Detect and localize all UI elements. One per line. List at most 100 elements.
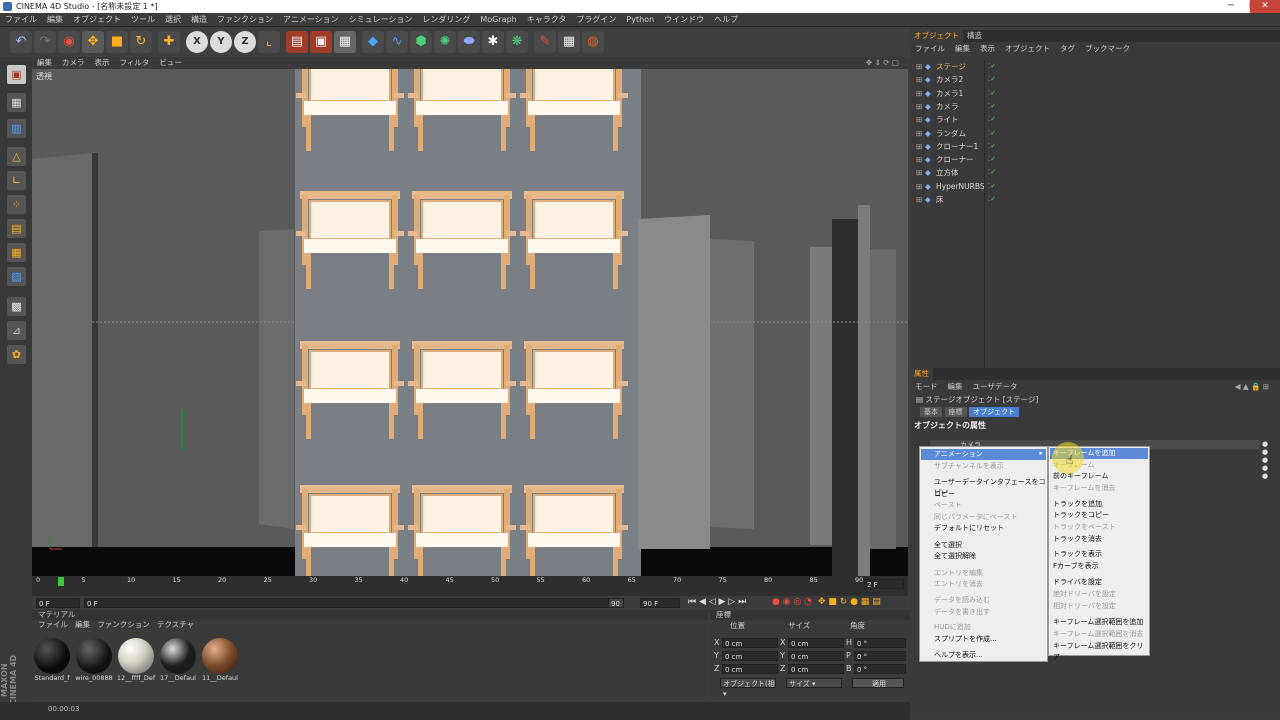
attr-nav-icons[interactable]: ◀ ▲ 🔒 ⊞ [1230, 380, 1274, 393]
expand-icon[interactable]: ⊞ [916, 113, 922, 126]
vp-menu-edit[interactable]: 編集 [32, 57, 57, 69]
snap-icon[interactable]: ▩ [7, 297, 26, 316]
context-menu-item[interactable]: 全て選択解除 [934, 551, 976, 562]
end-frame-field[interactable]: 2 F [864, 579, 904, 589]
coord-mode-select[interactable]: オブジェクト(相 ▾ [720, 678, 776, 698]
expand-icon[interactable]: ⊞ [916, 100, 922, 113]
live-selection-icon[interactable]: ◉ [58, 31, 80, 53]
material-swatch[interactable] [76, 638, 112, 674]
rot-b-field[interactable]: 0 ° [854, 664, 906, 674]
menu-tools[interactable]: ツール [126, 13, 160, 27]
subtab-basic[interactable]: 基本 [920, 407, 942, 417]
subtab-coord[interactable]: 座標 [944, 407, 967, 417]
visibility-flags-icon[interactable]: ⁚✓ [988, 166, 996, 179]
menu-help[interactable]: ヘルプ [709, 13, 743, 27]
context-menu-item[interactable]: コピー [934, 489, 955, 500]
light-icon[interactable]: ▦ [558, 31, 580, 53]
material-swatch[interactable] [160, 638, 196, 674]
move-icon[interactable]: ✥ [82, 31, 104, 53]
obj-menu-file[interactable]: ファイル [910, 42, 950, 55]
submenu-item[interactable]: ドライバを設定 [1053, 577, 1102, 588]
menu-edit[interactable]: 編集 [42, 13, 68, 27]
texture-mode-icon[interactable]: ▥ [7, 119, 26, 138]
rotate-icon[interactable]: ↻ [130, 31, 152, 53]
menu-structure[interactable]: 構造 [186, 13, 212, 27]
nurbs-icon[interactable]: ⬢ [410, 31, 432, 53]
pos-z-field[interactable]: 0 cm [722, 664, 778, 674]
menu-file[interactable]: ファイル [0, 13, 42, 27]
visibility-flags-icon[interactable]: ⁚✓ [988, 180, 996, 193]
vp-menu-display[interactable]: 表示 [90, 57, 115, 69]
context-menu-item[interactable]: ユーザーデータインタフェースをコピー [934, 477, 1047, 497]
context-menu-item[interactable]: アニメーション [921, 449, 1046, 460]
obj-menu-bookmark[interactable]: ブックマーク [1080, 42, 1135, 55]
expand-icon[interactable]: ⊞ [916, 127, 922, 140]
pos-x-field[interactable]: 0 cm [722, 638, 778, 648]
mat-menu-function[interactable]: ファンクション [97, 620, 150, 629]
tab-structure[interactable]: 構造 [963, 30, 986, 42]
expand-icon[interactable]: ⊞ [916, 180, 922, 193]
material-swatch[interactable] [202, 638, 238, 674]
visibility-flags-icon[interactable]: ⁚✓ [988, 127, 996, 140]
menu-render[interactable]: レンダリング [417, 13, 475, 27]
menu-mograph[interactable]: MoGraph [475, 13, 521, 27]
apply-button[interactable]: 適用 [852, 678, 904, 688]
material-swatch[interactable] [118, 638, 154, 674]
menu-python[interactable]: Python [621, 13, 659, 27]
object-row[interactable]: ⊞ ◆ ランダム ⁚✓ [910, 127, 1280, 140]
viewport-nav-icons[interactable]: ✥ ⇕ ⟳ ▢ [861, 57, 904, 69]
object-row[interactable]: ⊞ ◆ カメラ2 ⁚✓ [910, 73, 1280, 86]
record-keys-icon[interactable]: ● ◉ ◎ ◔ [772, 597, 812, 607]
redo-icon[interactable]: ↷ [34, 31, 56, 53]
spline-icon[interactable]: ∿ [386, 31, 408, 53]
object-row[interactable]: ⊞ ◆ 床 ⁚✓ [910, 193, 1280, 206]
playback-controls-icon[interactable]: ⏮ ◀ ◁ ▶ ▷ ⏭ [688, 597, 746, 607]
context-menu-item[interactable]: スプリプトを作成... [934, 634, 997, 645]
expand-icon[interactable]: ⊞ [916, 140, 922, 153]
size-y-field[interactable]: 0 cm [788, 651, 844, 661]
viewport[interactable]: 透視 [32, 69, 908, 576]
axis-mode-icon[interactable]: ∟ [7, 171, 26, 190]
object-row[interactable]: ⊞ ◆ カメラ1 ⁚✓ [910, 87, 1280, 100]
context-menu-item[interactable]: 全て選択 [934, 540, 962, 551]
menu-simulation[interactable]: シミュレーション [344, 13, 418, 27]
visibility-flags-icon[interactable]: ⁚✓ [988, 87, 996, 100]
obj-menu-edit[interactable]: 編集 [950, 42, 975, 55]
tab-objects[interactable]: オブジェクト [910, 30, 963, 42]
attr-menu-mode[interactable]: モード [910, 380, 943, 393]
context-menu-item[interactable]: ヘルプを表示... [934, 650, 983, 661]
expand-icon[interactable]: ⊞ [916, 193, 922, 206]
coord-size-select[interactable]: サイズ ▾ [786, 678, 842, 688]
minimize-button[interactable]: ─ [1220, 0, 1242, 13]
vp-menu-camera[interactable]: カメラ [57, 57, 90, 69]
undo-icon[interactable]: ↶ [10, 31, 32, 53]
expand-icon[interactable]: ⊞ [916, 60, 922, 73]
workplane-icon[interactable]: △ [7, 147, 26, 166]
size-z-field[interactable]: 0 cm [788, 664, 844, 674]
object-row[interactable]: ⊞ ◆ クローナー1 ⁚✓ [910, 140, 1280, 153]
attr-menu-userdata[interactable]: ユーザデータ [968, 380, 1023, 393]
render-settings-icon[interactable]: ▦ [334, 31, 356, 53]
coordinate-system-icon[interactable]: ⌞ [258, 31, 280, 53]
z-axis-icon[interactable]: Z [234, 31, 256, 53]
render-view-icon[interactable]: ▤ [286, 31, 308, 53]
menu-plugins[interactable]: プラグイン [571, 13, 621, 27]
object-row[interactable]: ⊞ ◆ カメラ ⁚✓ [910, 100, 1280, 113]
mat-menu-file[interactable]: ファイル [38, 620, 68, 629]
obj-menu-tag[interactable]: タグ [1055, 42, 1080, 55]
rot-p-field[interactable]: 0 ° [854, 651, 906, 661]
material-swatch[interactable] [34, 638, 70, 674]
edges-mode-icon[interactable]: ▤ [7, 219, 26, 238]
timeline-ruler[interactable]: 0 5 10 15 20 25 30 35 40 45 50 55 60 65 70 75 80 85 90 2 F [32, 576, 908, 596]
menu-animation[interactable]: アニメーション [278, 13, 344, 27]
rot-h-field[interactable]: 0 ° [854, 638, 906, 648]
scene-icon[interactable]: ✱ [482, 31, 504, 53]
obj-menu-object[interactable]: オブジェクト [1000, 42, 1055, 55]
playhead[interactable] [58, 577, 64, 586]
polygons-mode-icon[interactable]: ▦ [7, 243, 26, 262]
menu-select[interactable]: 選択 [160, 13, 186, 27]
menu-object[interactable]: オブジェクト [68, 13, 126, 27]
visibility-flags-icon[interactable]: ⁚✓ [988, 60, 996, 73]
x-axis-icon[interactable]: X [186, 31, 208, 53]
submenu-item[interactable]: トラックを消去 [1053, 534, 1102, 545]
